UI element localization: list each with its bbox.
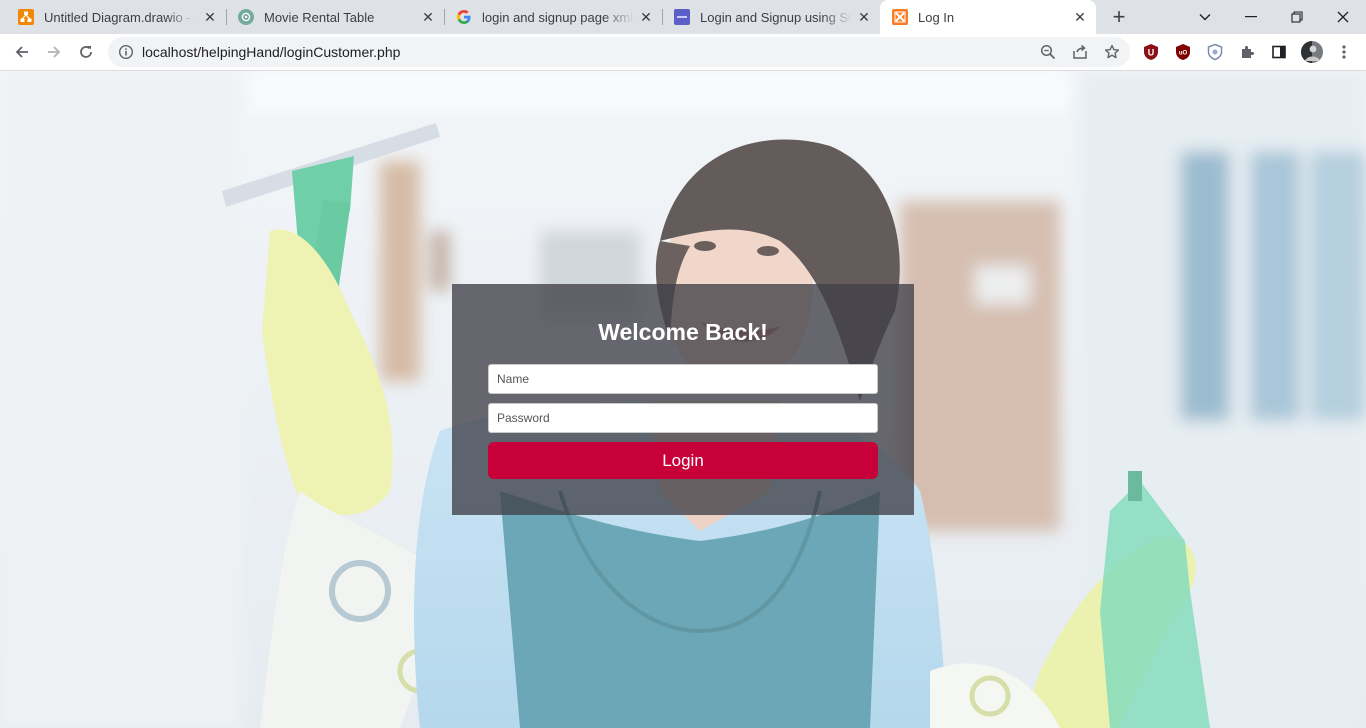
back-button[interactable] — [8, 38, 36, 66]
restore-button[interactable] — [1274, 0, 1320, 34]
tab-title: Untitled Diagram.drawio - draw.io — [44, 9, 196, 25]
close-icon — [1337, 11, 1349, 23]
close-tab-icon[interactable]: ✕ — [856, 9, 872, 25]
minimize-button[interactable] — [1228, 0, 1274, 34]
new-tab-button[interactable]: + — [1108, 6, 1130, 28]
star-icon[interactable] — [1104, 44, 1120, 60]
login-button[interactable]: Login — [488, 442, 878, 479]
tab-login-signup-sqlite[interactable]: Login and Signup using SQLite ✕ — [662, 0, 880, 34]
forward-button[interactable] — [40, 38, 68, 66]
ublock-icon[interactable]: uO — [1173, 42, 1193, 62]
tab-title: Login and Signup using SQLite — [700, 9, 852, 25]
tab-title: login and signup page xml and — [482, 9, 634, 25]
close-tab-icon[interactable]: ✕ — [202, 9, 218, 25]
side-panel-icon[interactable] — [1269, 42, 1289, 62]
close-tab-icon[interactable]: ✕ — [420, 9, 436, 25]
extension-u-icon[interactable]: U — [1141, 42, 1161, 62]
chevron-down-icon — [1199, 14, 1211, 21]
address-bar[interactable]: localhost/helpingHand/loginCustomer.php — [108, 37, 1130, 67]
page-content: Welcome Back! Login — [0, 71, 1366, 728]
minimize-icon — [1245, 16, 1257, 18]
extensions-puzzle-icon[interactable] — [1237, 42, 1257, 62]
profile-avatar[interactable] — [1301, 41, 1323, 63]
tab-log-in[interactable]: Log In ✕ — [880, 0, 1096, 34]
xampp-icon — [892, 9, 908, 25]
tab-title: Log In — [918, 9, 955, 25]
svg-text:U: U — [1148, 48, 1155, 58]
password-input[interactable] — [488, 403, 878, 433]
close-window-button[interactable] — [1320, 0, 1366, 34]
zoom-icon[interactable] — [1040, 44, 1056, 60]
browser-toolbar: localhost/helpingHand/loginCustomer.php … — [0, 34, 1366, 71]
share-icon[interactable] — [1072, 44, 1088, 60]
reload-button[interactable] — [72, 38, 100, 66]
tab-movie-rental[interactable]: Movie Rental Table ✕ — [226, 0, 445, 34]
welcome-heading: Welcome Back! — [598, 319, 768, 345]
login-card: Welcome Back! Login — [452, 284, 914, 515]
drawio-icon — [18, 9, 34, 25]
privacy-shield-icon[interactable] — [1205, 42, 1225, 62]
chatgpt-icon — [238, 9, 254, 25]
site-icon — [674, 9, 690, 25]
site-info-icon[interactable] — [118, 44, 134, 60]
forward-arrow-icon — [48, 46, 61, 58]
back-arrow-icon — [15, 46, 28, 58]
menu-kebab-icon[interactable] — [1334, 42, 1354, 62]
tab-google-search[interactable]: login and signup page xml and ✕ — [444, 0, 663, 34]
name-input[interactable] — [488, 364, 878, 394]
tab-strip: Untitled Diagram.drawio - draw.io ✕ Movi… — [0, 0, 1366, 34]
close-tab-icon[interactable]: ✕ — [1072, 9, 1088, 25]
url-text: localhost/helpingHand/loginCustomer.php — [142, 44, 401, 60]
google-icon — [456, 9, 472, 25]
tab-drawio[interactable]: Untitled Diagram.drawio - draw.io ✕ — [0, 0, 227, 34]
tab-title: Movie Rental Table — [264, 9, 375, 25]
reload-icon — [80, 46, 92, 58]
svg-text:uO: uO — [1179, 51, 1188, 57]
tab-search-button[interactable] — [1182, 0, 1228, 34]
close-tab-icon[interactable]: ✕ — [638, 9, 654, 25]
restore-icon — [1291, 11, 1303, 23]
